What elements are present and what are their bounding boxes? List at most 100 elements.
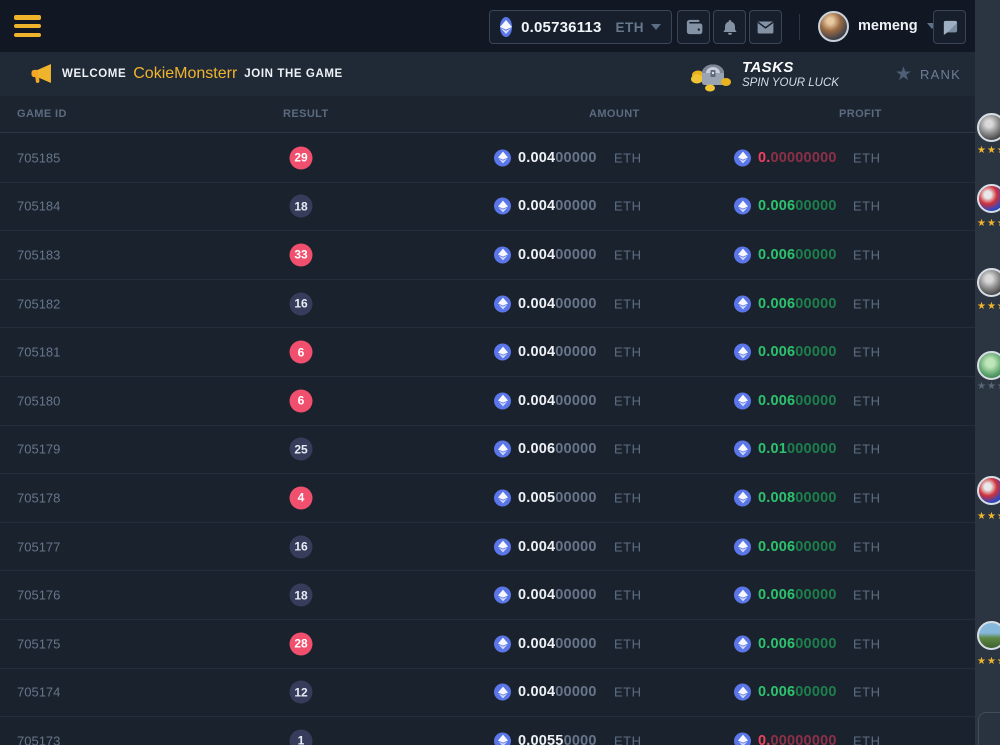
tasks-title: TASKS <box>742 60 839 76</box>
result-badge: 6 <box>290 389 313 412</box>
game-id: 705177 <box>17 539 60 554</box>
amount-value: 0.00400000 <box>518 247 597 263</box>
table-row[interactable]: 705178 4 0.00500000 ETH 0.00800000 ETH <box>0 474 975 523</box>
game-id: 705185 <box>17 150 60 165</box>
eth-icon <box>500 17 512 37</box>
amount-value: 0.00400000 <box>518 539 597 555</box>
balance-selector[interactable]: 0.05736113 ETH <box>489 10 672 44</box>
chat-input[interactable] <box>978 712 1000 745</box>
eth-icon <box>494 489 511 506</box>
result-badge: 4 <box>290 486 313 509</box>
table-row[interactable]: 705176 18 0.00400000 ETH 0.00600000 ETH <box>0 571 975 620</box>
amount-currency: ETH <box>614 345 642 360</box>
game-history-table: 705185 29 0.00400000 ETH 0.00000000 ETH … <box>0 134 975 745</box>
table-row[interactable]: 705182 16 0.00400000 ETH 0.00600000 ETH <box>0 280 975 329</box>
username: memeng <box>858 18 918 34</box>
user-menu[interactable]: memeng <box>818 8 937 44</box>
user-rating-stars: ★★★ <box>977 381 1000 392</box>
bell-icon <box>722 19 738 36</box>
eth-icon <box>494 538 511 555</box>
table-row[interactable]: 705183 33 0.00400000 ETH 0.00600000 ETH <box>0 231 975 280</box>
game-id: 705178 <box>17 490 60 505</box>
profit-currency: ETH <box>853 588 881 603</box>
table-row[interactable]: 705173 1 0.00550000 ETH 0.00000000 ETH <box>0 717 975 745</box>
table-row[interactable]: 705184 18 0.00400000 ETH 0.00600000 ETH <box>0 183 975 232</box>
star-icon: ★ <box>895 65 912 84</box>
profit-value: 0.00600000 <box>758 198 837 214</box>
mail-icon <box>757 21 774 34</box>
profit-currency: ETH <box>853 199 881 214</box>
user-rating-stars: ★★★ <box>977 656 1000 667</box>
rank-button[interactable]: ★ RANK <box>895 52 961 96</box>
welcome-prefix: WELCOME <box>62 68 126 80</box>
profit-value: 0.00600000 <box>758 247 837 263</box>
chat-user-avatar[interactable] <box>977 113 1000 142</box>
wallet-button[interactable] <box>677 10 710 44</box>
eth-icon <box>494 684 511 701</box>
amount-value: 0.00400000 <box>518 296 597 312</box>
game-id: 705181 <box>17 345 60 360</box>
profit-value: 0.01000000 <box>758 441 837 457</box>
table-row[interactable]: 705175 28 0.00400000 ETH 0.00600000 ETH <box>0 620 975 669</box>
amount-currency: ETH <box>614 685 642 700</box>
table-row[interactable]: 705179 25 0.00600000 ETH 0.01000000 ETH <box>0 426 975 475</box>
eth-icon <box>734 684 751 701</box>
eth-icon <box>734 635 751 652</box>
chat-toggle-button[interactable] <box>933 10 966 44</box>
game-id: 705180 <box>17 393 60 408</box>
eth-icon <box>734 198 751 215</box>
amount-currency: ETH <box>614 539 642 554</box>
game-id: 705179 <box>17 442 60 457</box>
table-row[interactable]: 705180 6 0.00400000 ETH 0.00600000 ETH <box>0 377 975 426</box>
hamburger-icon[interactable] <box>14 13 41 39</box>
chat-user-avatar[interactable] <box>977 621 1000 650</box>
eth-icon <box>734 489 751 506</box>
amount-currency: ETH <box>614 442 642 457</box>
chat-bubble-icon <box>941 19 958 36</box>
eth-icon <box>494 441 511 458</box>
profit-value: 0.00000000 <box>758 733 837 745</box>
table-row[interactable]: 705174 12 0.00400000 ETH 0.00600000 ETH <box>0 669 975 718</box>
amount-value: 0.00400000 <box>518 684 597 700</box>
amount-value: 0.00400000 <box>518 393 597 409</box>
game-id: 705182 <box>17 296 60 311</box>
eth-icon <box>734 441 751 458</box>
header-amount: AMOUNT <box>589 108 640 120</box>
result-badge: 12 <box>290 681 313 704</box>
user-rating-stars: ★★★ <box>977 511 1000 522</box>
profit-currency: ETH <box>853 442 881 457</box>
eth-icon <box>494 295 511 312</box>
balance-value: 0.05736113 <box>521 19 601 36</box>
amount-currency: ETH <box>614 490 642 505</box>
tasks-button[interactable]: TASKS SPIN YOUR LUCK <box>690 54 839 96</box>
chat-user-avatar[interactable] <box>977 351 1000 380</box>
chat-user-avatar[interactable] <box>977 268 1000 297</box>
chat-user-avatar[interactable] <box>977 184 1000 213</box>
table-row[interactable]: 705185 29 0.00400000 ETH 0.00000000 ETH <box>0 134 975 183</box>
table-header: GAME ID RESULT AMOUNT PROFIT <box>0 96 975 133</box>
amount-currency: ETH <box>614 247 642 262</box>
result-badge: 16 <box>290 535 313 558</box>
wallet-icon <box>685 19 703 35</box>
notifications-button[interactable] <box>713 10 746 44</box>
profit-currency: ETH <box>853 247 881 262</box>
profit-value: 0.00600000 <box>758 539 837 555</box>
chat-user-avatar[interactable] <box>977 476 1000 505</box>
tasks-subtitle: SPIN YOUR LUCK <box>742 76 839 90</box>
eth-icon <box>734 246 751 263</box>
result-badge: 25 <box>290 438 313 461</box>
table-row[interactable]: 705181 6 0.00400000 ETH 0.00600000 ETH <box>0 328 975 377</box>
table-row[interactable]: 705177 16 0.00400000 ETH 0.00600000 ETH <box>0 523 975 572</box>
announcement-banner: WELCOME CokieMonsterr JOIN THE GAME TASK… <box>0 52 1000 96</box>
messages-button[interactable] <box>749 10 782 44</box>
profit-value: 0.00600000 <box>758 684 837 700</box>
profit-value: 0.00600000 <box>758 344 837 360</box>
amount-currency: ETH <box>614 393 642 408</box>
amount-currency: ETH <box>614 733 642 745</box>
amount-value: 0.00400000 <box>518 150 597 166</box>
eth-icon <box>734 149 751 166</box>
eth-icon <box>494 198 511 215</box>
eth-icon <box>494 732 511 745</box>
eth-icon <box>494 149 511 166</box>
game-id: 705173 <box>17 733 60 745</box>
